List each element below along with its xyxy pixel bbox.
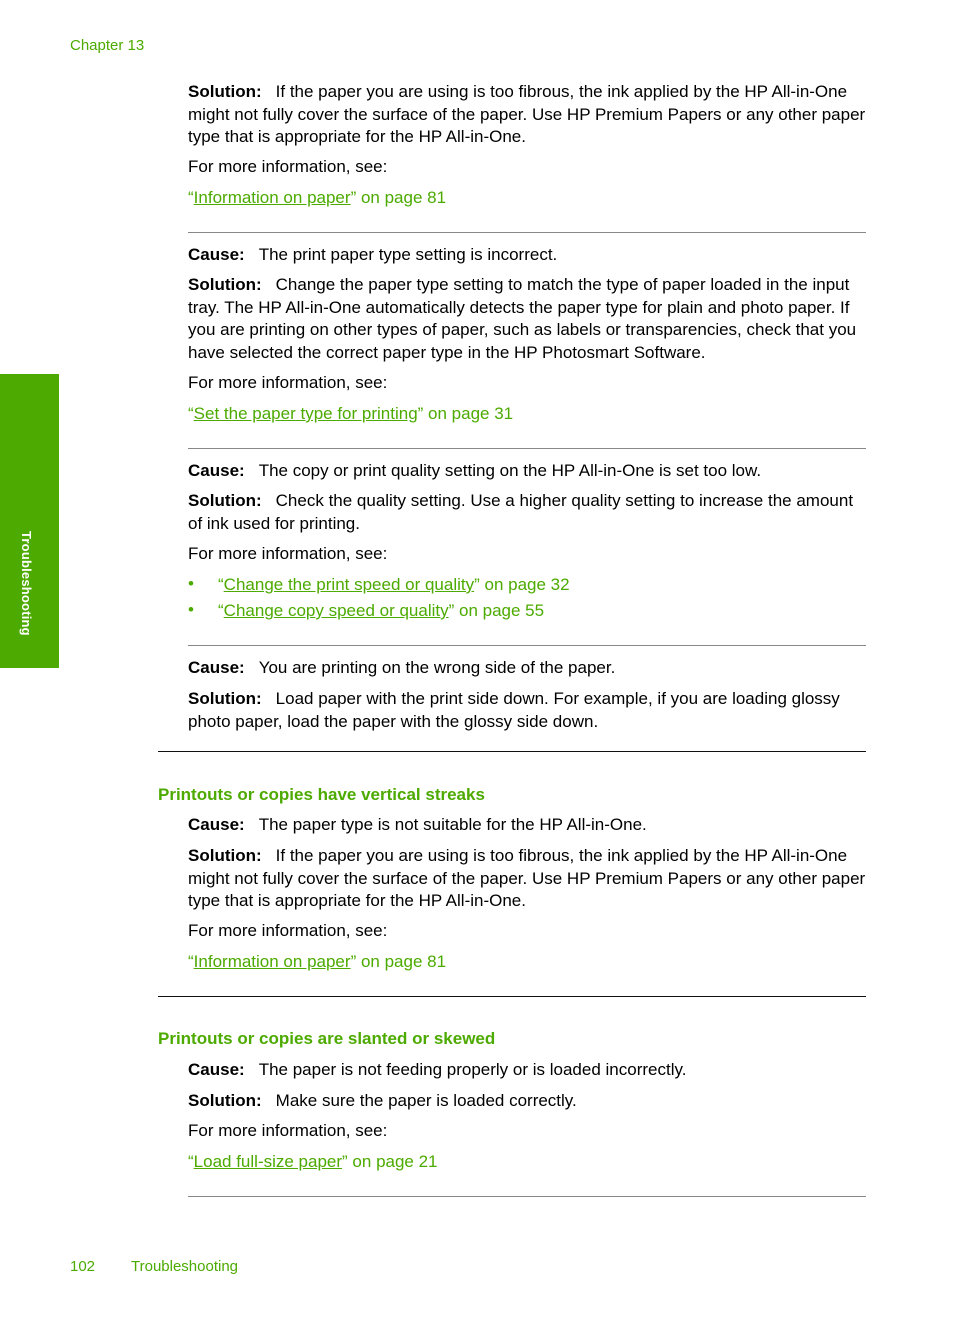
divider <box>188 1196 866 1197</box>
solution-text: Change the paper type setting to match t… <box>188 275 857 362</box>
reference-link-row: “Change the print speed or quality” on p… <box>218 574 898 597</box>
page-reference: ” on page 81 <box>350 952 447 971</box>
link-set-paper-type[interactable]: Set the paper type for printing <box>194 404 418 423</box>
link-change-copy-speed[interactable]: Change copy speed or quality <box>224 601 449 620</box>
cause-label: Cause: <box>188 658 245 677</box>
bullet: • <box>188 600 194 619</box>
cause-text: The paper type is not suitable for the H… <box>258 815 647 834</box>
solution-paragraph: Solution: Check the quality setting. Use … <box>188 490 868 535</box>
cause-paragraph: Cause: The paper is not feeding properly … <box>188 1059 868 1082</box>
page-reference: ” on page 31 <box>417 404 514 423</box>
chapter-header: Chapter 13 <box>70 37 145 54</box>
link-information-on-paper[interactable]: Information on paper <box>194 952 351 971</box>
page-reference: ” on page 32 <box>474 575 570 594</box>
divider <box>188 645 866 646</box>
divider <box>188 232 866 233</box>
solution-paragraph: Solution: Make sure the paper is loaded c… <box>188 1090 868 1113</box>
section-divider <box>158 996 866 997</box>
reference-link-row: “Information on paper” on page 81 <box>188 951 868 974</box>
divider <box>188 448 866 449</box>
solution-paragraph: Solution: Change the paper type setting t… <box>188 274 868 364</box>
page-reference: ” on page 21 <box>342 1152 438 1171</box>
cause-text: You are printing on the wrong side of th… <box>258 658 616 677</box>
bullet: • <box>188 574 194 593</box>
more-info-label: For more information, see: <box>188 544 388 563</box>
solution-paragraph: Solution: If the paper you are using is t… <box>188 81 868 149</box>
section-heading-slanted-skewed: Printouts or copies are slanted or skewe… <box>158 1029 496 1048</box>
more-info-label: For more information, see: <box>188 921 388 940</box>
cause-text: The paper is not feeding properly or is … <box>258 1060 687 1079</box>
solution-label: Solution: <box>188 82 262 101</box>
page-number: 102 <box>70 1258 96 1275</box>
cause-text: The copy or print quality setting on the… <box>258 461 762 480</box>
link-load-full-size-paper[interactable]: Load full-size paper <box>194 1152 342 1171</box>
section-divider <box>158 751 866 752</box>
solution-label: Solution: <box>188 1091 262 1110</box>
footer-section: Troubleshooting <box>131 1258 239 1275</box>
cause-paragraph: Cause: You are printing on the wrong side… <box>188 657 868 680</box>
cause-label: Cause: <box>188 461 245 480</box>
cause-label: Cause: <box>188 815 245 834</box>
side-tab-label: Troubleshooting <box>19 531 34 636</box>
solution-text: Make sure the paper is loaded correctly. <box>275 1091 577 1110</box>
link-information-on-paper[interactable]: Information on paper <box>194 188 351 207</box>
cause-text: The print paper type setting is incorrec… <box>258 245 558 264</box>
solution-paragraph: Solution: If the paper you are using is t… <box>188 845 868 913</box>
solution-label: Solution: <box>188 491 262 510</box>
solution-label: Solution: <box>188 846 262 865</box>
cause-paragraph: Cause: The print paper type setting is in… <box>188 244 868 267</box>
more-info-label: For more information, see: <box>188 157 388 176</box>
reference-link-row: “Load full-size paper” on page 21 <box>188 1151 868 1174</box>
page-reference: ” on page 81 <box>350 188 447 207</box>
section-heading-vertical-streaks: Printouts or copies have vertical streak… <box>158 785 485 804</box>
reference-link-row: “Change copy speed or quality” on page 5… <box>218 600 898 623</box>
reference-link-row: “Information on paper” on page 81 <box>188 187 868 210</box>
solution-text: Check the quality setting. Use a higher … <box>188 491 854 533</box>
solution-text: If the paper you are using is too fibrou… <box>188 82 866 146</box>
solution-paragraph: Solution: Load paper with the print side … <box>188 688 868 733</box>
reference-link-row: “Set the paper type for printing” on pag… <box>188 403 868 426</box>
page-reference: ” on page 55 <box>448 601 545 620</box>
cause-label: Cause: <box>188 245 245 264</box>
cause-paragraph: Cause: The paper type is not suitable for… <box>188 814 868 837</box>
solution-label: Solution: <box>188 689 262 708</box>
cause-label: Cause: <box>188 1060 245 1079</box>
solution-label: Solution: <box>188 275 262 294</box>
solution-text: Load paper with the print side down. For… <box>188 689 840 731</box>
cause-paragraph: Cause: The copy or print quality setting … <box>188 460 868 483</box>
more-info-label: For more information, see: <box>188 373 388 392</box>
link-change-print-speed[interactable]: Change the print speed or quality <box>224 575 474 594</box>
solution-text: If the paper you are using is too fibrou… <box>188 846 866 910</box>
more-info-label: For more information, see: <box>188 1121 388 1140</box>
